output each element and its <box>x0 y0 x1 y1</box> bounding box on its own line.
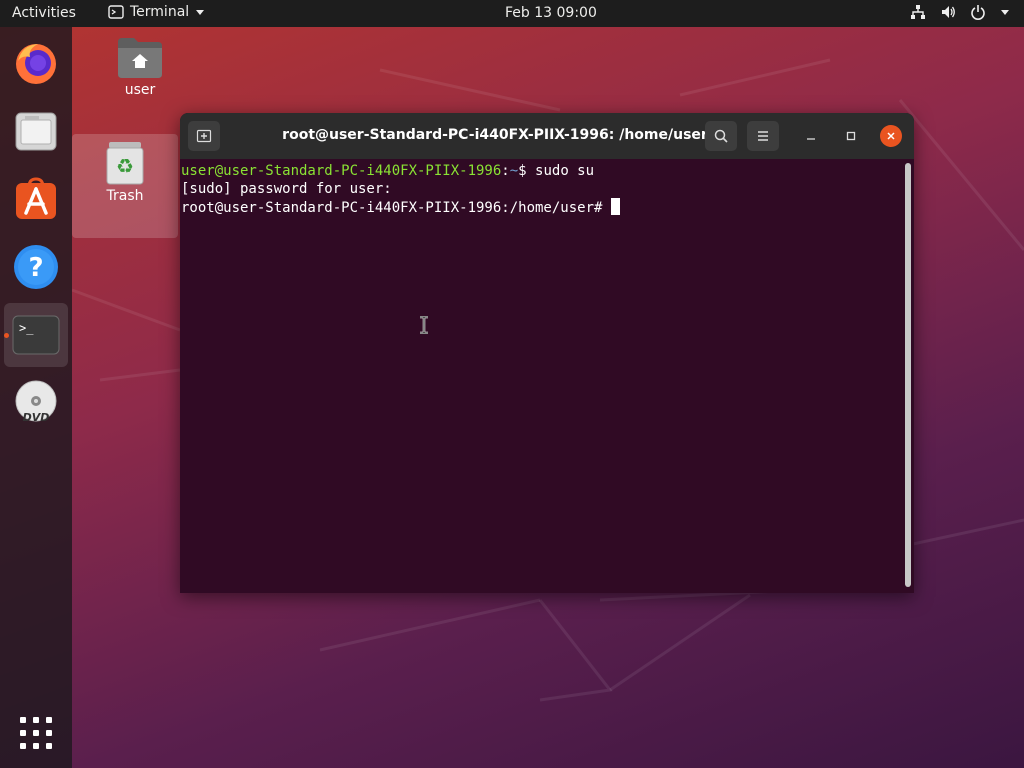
svg-text:>_: >_ <box>19 321 34 335</box>
app-menu[interactable]: Terminal <box>108 4 205 20</box>
desktop-trash[interactable]: ♻ Trash <box>72 134 178 238</box>
app-grid-icon <box>20 717 52 749</box>
chevron-down-icon <box>196 10 205 15</box>
power-icon[interactable] <box>970 4 986 20</box>
new-tab-button[interactable] <box>188 121 220 151</box>
files-icon <box>15 112 57 151</box>
home-folder-icon <box>118 38 162 78</box>
close-icon <box>887 132 895 140</box>
dvd-icon: DVD <box>15 380 57 424</box>
search-icon <box>714 129 728 143</box>
window-title: root@user-Standard-PC-i440FX-PIIX-1996: … <box>282 127 708 143</box>
top-bar: Activities Terminal Feb 13 09:00 <box>0 0 1024 27</box>
maximize-button[interactable] <box>840 125 862 147</box>
help-icon: ? <box>14 245 58 289</box>
dock-firefox[interactable] <box>4 31 68 95</box>
home-folder-label: user <box>124 82 156 98</box>
maximize-icon <box>846 131 856 141</box>
dock-software[interactable] <box>4 167 68 231</box>
svg-text:?: ? <box>28 253 43 283</box>
prompt-colon: : <box>501 163 510 179</box>
scrollbar[interactable] <box>905 163 911 587</box>
dock-help[interactable]: ? <box>4 235 68 299</box>
minimize-button[interactable] <box>800 125 822 147</box>
menu-button[interactable] <box>747 121 779 151</box>
prompt-path: ~ <box>509 163 519 179</box>
close-button[interactable] <box>880 125 902 147</box>
svg-text:♻: ♻ <box>116 154 134 178</box>
volume-icon[interactable] <box>940 4 956 20</box>
dock-dvd[interactable]: DVD <box>4 371 68 435</box>
dock-files[interactable] <box>4 99 68 163</box>
system-tray[interactable] <box>910 4 1010 20</box>
terminal-line: [sudo] password for user: <box>181 181 392 197</box>
show-apps-button[interactable] <box>4 701 68 765</box>
app-menu-label: Terminal <box>130 4 190 20</box>
hamburger-menu-icon <box>758 131 768 141</box>
software-icon <box>16 177 56 219</box>
firefox-icon <box>16 44 56 84</box>
chevron-down-icon[interactable] <box>1000 7 1010 17</box>
clock[interactable]: Feb 13 09:00 <box>505 5 597 21</box>
minimize-icon <box>807 138 815 140</box>
terminal-window[interactable]: root@user-Standard-PC-i440FX-PIIX-1996: … <box>180 113 914 593</box>
prompt-user-host: user@user-Standard-PC-i440FX-PIIX-1996 <box>181 163 502 179</box>
dock-terminal[interactable]: >_ <box>4 303 68 367</box>
new-tab-icon <box>196 129 212 143</box>
svg-text:DVD: DVD <box>23 411 50 424</box>
network-icon[interactable] <box>910 4 926 20</box>
terminal-small-icon <box>108 5 124 19</box>
trash-icon: ♻ <box>106 142 144 185</box>
desktop-home-folder[interactable]: user <box>87 36 193 98</box>
terminal-line: root@user-Standard-PC-i440FX-PIIX-1996:/… <box>181 198 914 217</box>
text-cursor <box>610 198 620 215</box>
root-prompt: root@user-Standard-PC-i440FX-PIIX-1996:/… <box>181 200 611 216</box>
terminal-titlebar[interactable]: root@user-Standard-PC-i440FX-PIIX-1996: … <box>180 113 914 159</box>
terminal-line: user@user-Standard-PC-i440FX-PIIX-1996:~… <box>181 162 914 180</box>
running-indicator <box>4 333 9 338</box>
command-text: $ sudo su <box>518 163 595 179</box>
terminal-icon: >_ <box>12 315 60 355</box>
activities-button[interactable]: Activities <box>12 5 76 21</box>
search-button[interactable] <box>705 121 737 151</box>
ibeam-cursor-icon <box>420 316 428 334</box>
trash-label: Trash <box>106 188 144 204</box>
dock: ? >_ DVD <box>0 27 72 768</box>
terminal-output[interactable]: user@user-Standard-PC-i440FX-PIIX-1996:~… <box>180 159 914 593</box>
